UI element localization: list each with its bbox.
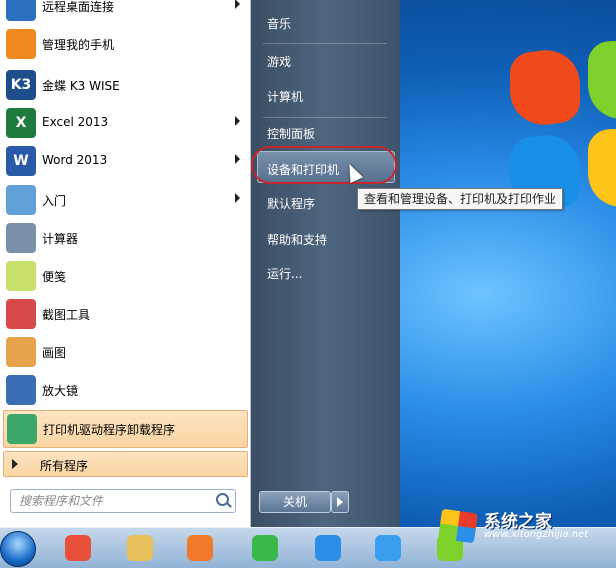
calculator-icon [6,223,36,253]
start-menu-programs-pane: 远程桌面连接 管理我的手机 K3 金蝶 K3 WISE X Excel 2013 W Word… [0,0,251,527]
watermark-logo-icon [438,508,478,544]
submenu-arrow-icon[interactable] [235,116,240,126]
program-label: 入门 [42,194,67,208]
remote-desktop-icon [6,0,36,21]
watermark: 系统之家 www.xitongzhijia.net [438,505,616,545]
kingdee-k3-icon: K3 [6,70,36,100]
shutdown-options-button[interactable] [331,491,349,513]
all-programs-button[interactable]: 所有程序 [3,451,248,477]
shutdown-button[interactable]: 关机 [259,491,331,513]
link-control-panel[interactable]: 控制面板 [267,125,315,142]
program-item[interactable]: 放大镜 [3,372,246,408]
program-item[interactable]: W Word 2013 [3,143,246,179]
program-item[interactable]: 便笺 [3,258,246,294]
file-explorer-icon[interactable] [120,531,160,565]
submenu-arrow-icon[interactable] [235,154,240,164]
program-label: 计算器 [42,232,79,246]
program-label: 远程桌面连接 [42,0,115,14]
tooltip: 查看和管理设备、打印机及打印作业 [357,188,564,210]
paint-icon [6,337,36,367]
start-menu-places-pane: 音乐 游戏 计算机 控制面板 设备和打印机 默认程序 帮助和支持 运行... 关机 [251,0,400,527]
link-computer[interactable]: 计算机 [267,88,303,105]
watermark-url: www.xitongzhijia.net [484,529,589,540]
program-label: 画图 [42,346,67,360]
search-box[interactable] [10,489,236,513]
submenu-arrow-icon[interactable] [235,193,240,203]
getting-started-icon [6,185,36,215]
internet-explorer-icon[interactable] [245,531,285,565]
link-default-programs[interactable]: 默认程序 [267,195,315,212]
program-item[interactable]: 画图 [3,334,246,370]
program-item[interactable]: 打印机驱动程序卸载程序 [3,410,248,448]
red-circle-annotation [251,146,397,184]
snipping-tool-icon [6,299,36,329]
separator [263,43,387,44]
media-player-icon[interactable] [180,531,220,565]
submenu-arrow-icon[interactable] [235,0,240,9]
program-label: 金蝶 K3 WISE [42,79,120,93]
program-label: Excel 2013 [42,115,109,129]
program-label: 截图工具 [42,308,91,322]
link-music[interactable]: 音乐 [267,15,291,32]
program-label: 管理我的手机 [42,38,115,52]
separator [263,117,387,118]
all-programs-label: 所有程序 [40,459,89,473]
program-item[interactable]: 管理我的手机 [3,26,246,62]
sticky-notes-icon [6,261,36,291]
windows-logo-icon [470,35,616,240]
program-label: 便笺 [42,270,67,284]
program-item[interactable]: 入门 [3,182,246,218]
cloud-app-icon[interactable] [308,531,348,565]
link-run[interactable]: 运行... [267,265,302,282]
baidu-cloud-icon[interactable] [368,531,408,565]
program-item[interactable]: 远程桌面连接 [3,0,246,24]
program-item[interactable]: K3 金蝶 K3 WISE [3,67,246,103]
printer-uninstall-icon [7,414,37,444]
colorful-app-icon[interactable] [58,531,98,565]
expand-arrow-icon [12,459,18,469]
link-games[interactable]: 游戏 [267,53,291,70]
search-icon[interactable] [216,493,229,506]
program-item[interactable]: 截图工具 [3,296,246,332]
word-icon: W [6,146,36,176]
program-label: 打印机驱动程序卸载程序 [43,423,176,437]
phone-manager-icon [6,29,36,59]
program-label: 放大镜 [42,384,79,398]
program-item[interactable]: X Excel 2013 [3,105,246,141]
link-help-and-support[interactable]: 帮助和支持 [267,231,327,248]
program-label: Word 2013 [42,153,108,167]
program-item[interactable]: 计算器 [3,220,246,256]
magnifier-icon [6,375,36,405]
start-orb-icon[interactable] [0,531,36,567]
excel-icon: X [6,108,36,138]
search-input[interactable] [17,492,211,510]
